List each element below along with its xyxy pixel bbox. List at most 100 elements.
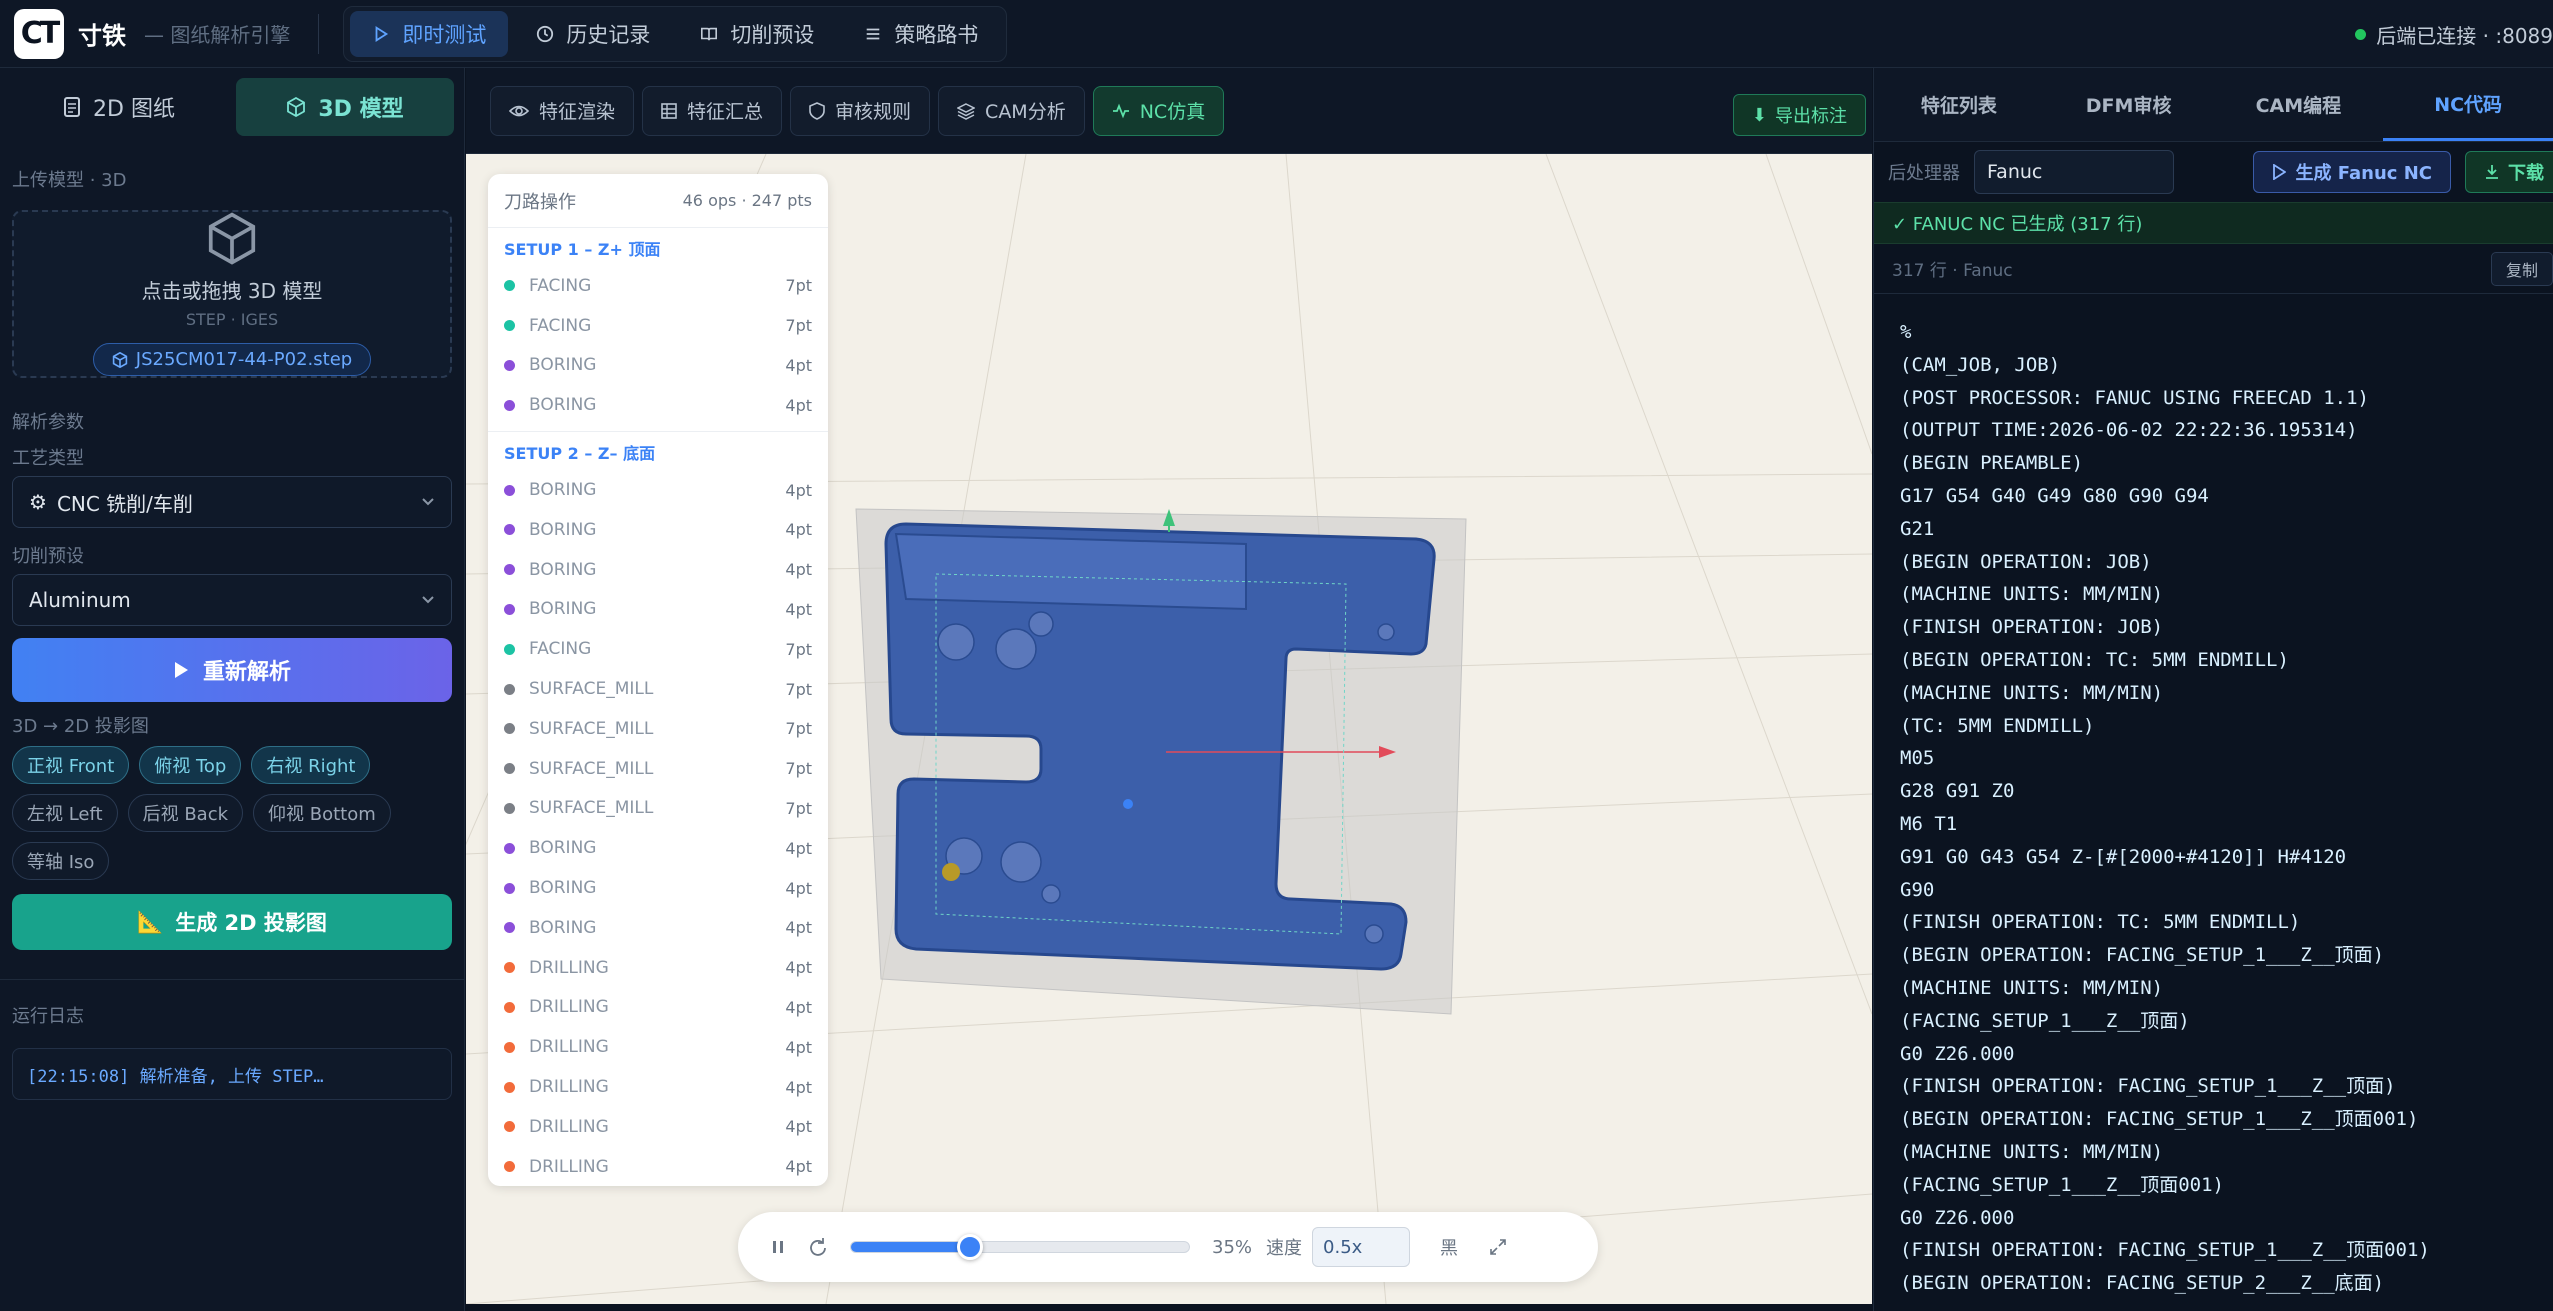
speed-value: 0.5x [1323,1236,1363,1258]
code-line: (MACHINE UNITS: MM/MIN) [1900,583,2164,606]
app-logo[interactable]: CT 寸铁 — 图纸解析引擎 [14,8,291,59]
generate-nc-button[interactable]: 生成 Fanuc NC [2252,151,2451,193]
code-line: G28 G91 Z0 [1900,780,2015,803]
view-top-chip[interactable]: 俯视 Top [139,746,242,784]
operation-color-dot [504,1121,515,1133]
operation-row[interactable]: BORING 4pt [488,346,828,386]
operation-row[interactable]: SURFACE_MILL 7pt [488,709,828,749]
code-line: (TC: 5MM ENDMILL) [1900,714,2095,737]
download-nc-button[interactable]: 下载 [2465,151,2553,193]
operation-row[interactable]: BORING 4pt [488,510,828,550]
reset-icon[interactable] [808,1237,828,1257]
reparse-button[interactable]: 重新解析 [12,638,452,702]
code-line: (FINISH OPERATION: FACING_SETUP_1___Z__顶… [1900,1239,2430,1262]
operation-color-dot [504,763,515,775]
operation-row[interactable]: DRILLING 4pt [488,948,828,988]
operation-row[interactable]: BORING 4pt [488,550,828,590]
operation-row[interactable]: SURFACE_MILL 7pt [488,789,828,829]
operation-row[interactable]: FACING 7pt [488,266,828,306]
operation-points: 4pt [785,997,812,1017]
tab-cam-programming[interactable]: CAM编程 [2214,68,2384,141]
code-line: (FINISH OPERATION: TC: 5MM ENDMILL) [1900,911,2301,934]
operation-name: BORING [529,559,597,580]
progress-slider[interactable] [850,1234,1190,1260]
process-type-select[interactable]: ⚙ CNC 铣削/车削 [12,476,452,528]
operation-row[interactable]: DRILLING 4pt [488,1067,828,1107]
operation-name: DRILLING [529,1077,609,1098]
render-mode-toggle[interactable]: 黑 [1440,1234,1458,1260]
tab-3d-model[interactable]: 3D 模型 [236,78,454,136]
operation-row[interactable]: BORING 4pt [488,470,828,510]
tab-dfm-review[interactable]: DFM审核 [2044,68,2214,141]
feature-render-button[interactable]: 特征渲染 [490,85,635,136]
generate-projection-button[interactable]: 📐 生成 2D 投影图 [12,894,452,950]
nav-history[interactable]: 历史记录 [514,11,672,57]
pause-icon[interactable] [770,1238,786,1256]
operation-row[interactable]: FACING 7pt [488,306,828,346]
view-iso-chip[interactable]: 等轴 Iso [12,842,110,880]
operation-row[interactable]: BORING 4pt [488,868,828,908]
download-icon: ⬇ [1751,104,1767,126]
operation-row[interactable]: DRILLING 4pt [488,1147,828,1186]
operation-points: 4pt [785,1037,812,1057]
cutting-preset-select[interactable]: Aluminum [12,574,452,626]
view-front-chip[interactable]: 正视 Front [12,746,130,784]
operation-row[interactable]: DRILLING 4pt [488,988,828,1028]
3d-viewport[interactable]: 刀路操作 46 ops · 247 pts SETUP 1 – Z+ 顶面 FAC… [466,154,1872,1304]
operation-name: BORING [529,878,597,899]
review-rules-button[interactable]: 审核规则 [790,85,931,136]
operation-name: DRILLING [529,1037,609,1058]
feature-summary-button[interactable]: 特征汇总 [642,85,783,136]
tab-label: 2D 图纸 [93,97,175,122]
play-icon [375,25,389,42]
progress-knob[interactable] [957,1234,983,1260]
post-processor-input[interactable]: Fanuc [1974,150,2174,194]
operation-color-dot [504,962,515,974]
progress-percent: 35% [1212,1236,1253,1258]
code-line: (MACHINE UNITS: MM/MIN) [1900,1140,2164,1163]
export-annotation-button[interactable]: ⬇ 导出标注 [1732,94,1866,136]
operation-row[interactable]: BORING 4pt [488,590,828,630]
code-line: (FINISH OPERATION: FACING_SETUP_1___Z__顶… [1900,1075,2396,1098]
view-back-chip[interactable]: 后视 Back [127,794,244,832]
operation-row[interactable]: BORING 4pt [488,908,828,948]
tab-feature-list[interactable]: 特征列表 [1874,68,2044,141]
tab-2d-drawing[interactable]: 2D 图纸 [10,78,228,136]
pulse-icon [1112,103,1129,118]
nav-strategy-book[interactable]: 策略路书 [842,11,1000,57]
operation-row[interactable]: SURFACE_MILL 7pt [488,669,828,709]
code-line: (BEGIN OPERATION: FACING_SETUP_1___Z__顶面… [1900,944,2385,967]
view-bottom-chip[interactable]: 仰视 Bottom [253,794,391,832]
nav-cutting-presets[interactable]: 切削预设 [678,11,836,57]
tool-label: 特征渲染 [539,101,616,123]
code-line: G0 Z26.000 [1900,1206,2015,1229]
top-nav: 即时测试 历史记录 切削预设 策略路书 [343,5,1008,62]
speed-label: 速度 [1266,1238,1303,1259]
view-left-chip[interactable]: 左视 Left [12,794,118,832]
view-right-chip[interactable]: 右视 Right [251,746,371,784]
operation-points: 7pt [785,759,812,779]
operation-row[interactable]: BORING 4pt [488,828,828,868]
tab-nc-code[interactable]: NC代码 [2383,68,2553,141]
operation-color-dot [504,683,515,695]
operation-row[interactable]: BORING 4pt [488,385,828,425]
operation-row[interactable]: FACING 7pt [488,629,828,669]
operation-row[interactable]: DRILLING 4pt [488,1027,828,1067]
fullscreen-icon[interactable] [1488,1237,1508,1257]
operation-color-dot [504,359,515,371]
app-subtitle: — 图纸解析引擎 [144,23,291,47]
operation-row[interactable]: SURFACE_MILL 7pt [488,749,828,789]
code-line: (BEGIN OPERATION: FACING_SETUP_2___Z__底面… [1900,1272,2385,1295]
cube-icon [287,97,306,117]
nc-code-view[interactable]: % (CAM_JOB, JOB) (POST PROCESSOR: FANUC US… [1874,294,2553,1304]
speed-input[interactable]: 0.5x [1312,1227,1411,1267]
operation-row[interactable]: DRILLING 4pt [488,1107,828,1147]
nc-generated-banner: ✓ FANUC NC 已生成 (317 行) [1874,202,2553,244]
model-upload-dropzone[interactable]: 点击或拖拽 3D 模型 STEP · IGES JS25CM017-44-P02… [12,210,452,378]
copy-button[interactable]: 复制 [2490,251,2553,286]
uploaded-file-chip[interactable]: JS25CM017-44-P02.step [92,343,372,376]
tab-label: 3D 模型 [318,97,404,122]
nav-instant-test[interactable]: 即时测试 [350,10,509,57]
nc-simulation-button[interactable]: NC仿真 [1092,85,1225,136]
cam-analysis-button[interactable]: CAM分析 [938,85,1085,136]
